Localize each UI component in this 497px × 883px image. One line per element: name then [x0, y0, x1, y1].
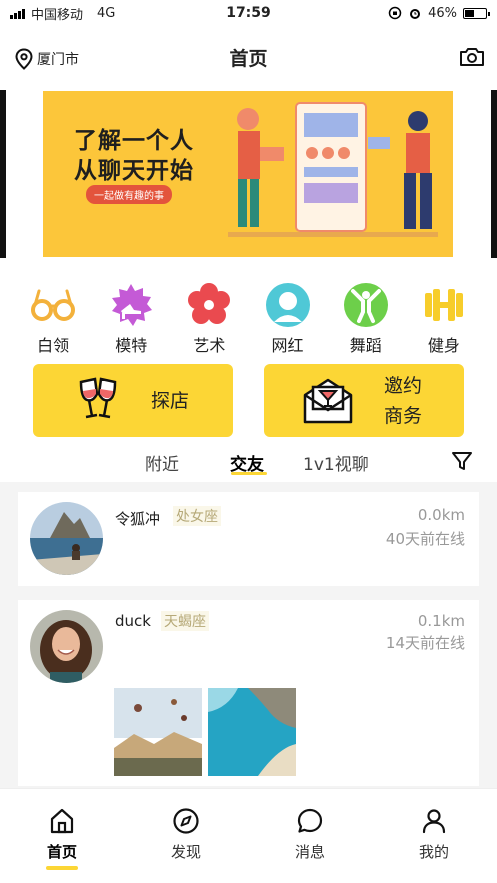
category-art[interactable]: 艺术	[178, 260, 240, 360]
banner-carousel[interactable]: 了解一个人 从聊天开始 一起做有趣的事	[0, 88, 497, 260]
battery-percent: 46%	[428, 5, 457, 21]
compass-icon	[173, 808, 199, 834]
category-model[interactable]: 模特	[100, 260, 162, 360]
top-header: 厦门市 首页	[0, 26, 497, 88]
invite-label-line-1: 邀约	[384, 374, 423, 397]
tab-nearby[interactable]: 附近	[145, 450, 179, 475]
last-online: 14天前在线	[385, 634, 465, 652]
banner-illustration	[228, 102, 438, 237]
invite-business-button[interactable]: 邀约 商务	[264, 364, 464, 437]
carrier: 中国移动	[31, 7, 84, 23]
nav-messages[interactable]: 消息	[280, 807, 340, 862]
user-photo[interactable]	[208, 688, 296, 776]
banner-prev-edge	[0, 90, 6, 258]
person-icon	[265, 282, 311, 328]
avatar[interactable]	[30, 502, 103, 575]
banner-slide[interactable]: 了解一个人 从聊天开始 一起做有趣的事	[43, 91, 453, 257]
category-label: 舞蹈	[349, 336, 382, 355]
invite-label-line-2: 商务	[384, 404, 423, 427]
glasses-icon	[30, 282, 76, 328]
category-label: 艺术	[193, 336, 226, 355]
location-label: 厦门市	[37, 52, 79, 68]
filter-icon[interactable]	[451, 451, 473, 471]
tab-video-chat[interactable]: 1v1视聊	[303, 450, 369, 475]
nav-label: 我的	[418, 843, 449, 861]
user-card[interactable]: 令狐冲 处女座 0.0km 40天前在线	[18, 492, 479, 586]
zodiac-badge: 天蝎座	[161, 611, 209, 631]
action-cards: 探店 邀约 商务	[0, 360, 497, 442]
category-label: 白领	[37, 336, 70, 355]
user-photo[interactable]	[114, 688, 202, 776]
banner-tagline: 一起做有趣的事	[86, 185, 172, 204]
distance: 0.0km	[417, 506, 465, 524]
wine-glasses-icon	[79, 376, 117, 418]
flower-icon	[186, 282, 232, 328]
high-heel-icon	[108, 282, 154, 328]
avatar[interactable]	[30, 610, 103, 683]
signal-icon	[10, 8, 25, 19]
nav-active-indicator	[46, 866, 78, 870]
user-profile-icon	[422, 809, 446, 834]
dumbbell-icon	[421, 282, 467, 328]
banner-headline-2: 从聊天开始	[74, 158, 194, 184]
nav-label: 消息	[294, 843, 325, 861]
location-pin-icon	[15, 48, 33, 70]
distance: 0.1km	[417, 612, 465, 630]
category-label: 网红	[271, 336, 304, 355]
category-row: 白领 模特 艺术 网红 舞蹈 健身	[0, 260, 497, 360]
explore-shop-button[interactable]: 探店	[33, 364, 233, 437]
category-dance[interactable]: 舞蹈	[335, 260, 397, 360]
category-influencer[interactable]: 网红	[257, 260, 319, 360]
battery-icon	[463, 7, 490, 19]
rotation-lock-icon	[388, 6, 402, 20]
nav-label: 首页	[46, 843, 77, 861]
nav-label: 发现	[170, 843, 201, 861]
nav-mine[interactable]: 我的	[404, 807, 464, 862]
tab-active-indicator	[231, 472, 267, 475]
network-type: 4G	[97, 5, 116, 21]
category-white-collar[interactable]: 白领	[22, 260, 84, 360]
category-label: 健身	[427, 336, 460, 355]
banner-headline-1: 了解一个人	[74, 128, 194, 154]
feed-tabs: 附近 交友 1v1视聊	[0, 442, 497, 482]
last-online: 40天前在线	[385, 530, 465, 548]
home-icon	[50, 808, 74, 834]
status-bar: 中国移动 4G 17:59 46%	[0, 0, 497, 26]
camera-icon[interactable]	[459, 46, 485, 68]
user-name: duck	[115, 612, 151, 630]
explore-shop-label: 探店	[151, 389, 190, 412]
location-selector[interactable]: 厦门市	[14, 48, 79, 70]
dancer-icon	[343, 282, 389, 328]
user-name: 令狐冲	[115, 510, 161, 528]
nav-discover[interactable]: 发现	[156, 807, 216, 862]
bottom-navigation: 首页 发现 消息 我的	[0, 788, 497, 883]
user-card[interactable]: duck 天蝎座 0.1km 14天前在线	[18, 600, 479, 786]
invitation-envelope-icon	[303, 378, 353, 423]
banner-next-edge	[491, 90, 497, 258]
nav-home[interactable]: 首页	[32, 807, 92, 870]
invite-business-label: 邀约 商务	[384, 371, 422, 431]
category-fitness[interactable]: 健身	[413, 260, 475, 360]
zodiac-badge: 处女座	[173, 506, 221, 526]
alarm-icon	[410, 9, 421, 19]
category-label: 模特	[115, 336, 148, 355]
chat-bubble-icon	[297, 808, 323, 833]
